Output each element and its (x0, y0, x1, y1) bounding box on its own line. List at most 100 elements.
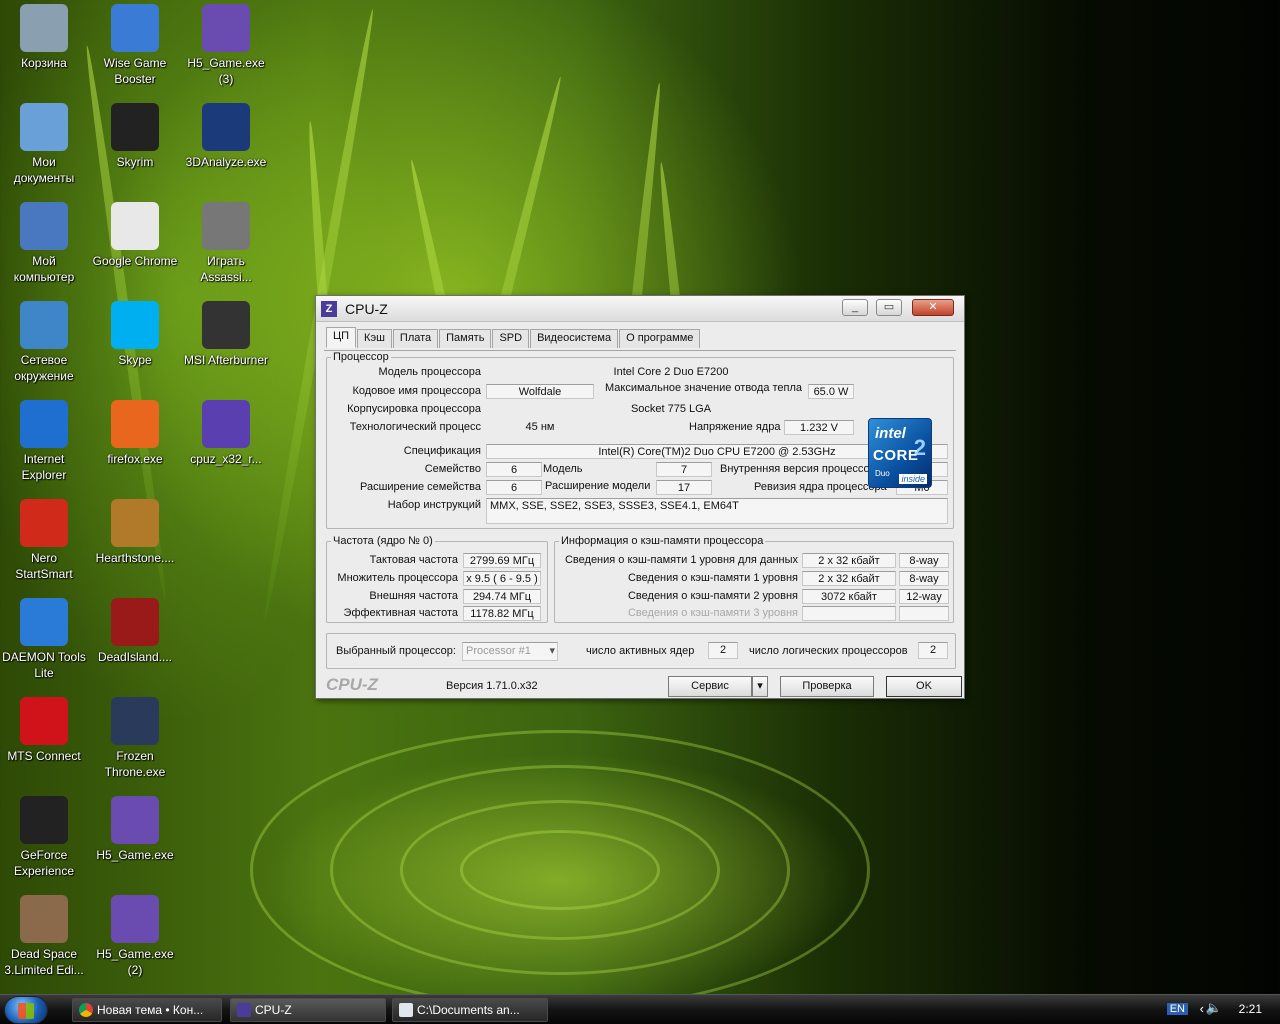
title-bar[interactable]: Z CPU-Z _ ▭ ✕ (316, 296, 964, 322)
model-number-label: Модель (543, 463, 583, 475)
l1i-way: 8-way (899, 571, 949, 586)
desktop-icon[interactable]: Wise Game Booster (92, 4, 178, 87)
minimize-button[interactable]: _ (842, 299, 868, 316)
tools-button[interactable]: Сервис (668, 676, 752, 697)
desktop-icon[interactable]: GeForce Experience (1, 796, 87, 879)
game-icon (111, 796, 159, 844)
volume-icon[interactable]: 🔈 (1206, 1000, 1222, 1016)
tdp-label: Максимальное значение отвода тепла (605, 382, 803, 394)
tools-dropdown-button[interactable]: ▾ (752, 676, 768, 697)
technology-label: Технологический процесс (349, 421, 481, 433)
l2-way: 12-way (899, 589, 949, 604)
tab-mainboard[interactable]: Плата (392, 329, 439, 348)
ie-icon (20, 400, 68, 448)
technology-value: 45 нм (525, 421, 555, 433)
l1i-label: Сведения о кэш-памяти 1 уровня (627, 572, 798, 584)
desktop-icon[interactable]: H5_Game.exe (92, 796, 178, 863)
desktop-icon[interactable]: DeadIsland.... (92, 598, 178, 665)
l2-value: 3072 кбайт (802, 589, 896, 604)
desktop-icon[interactable]: firefox.exe (92, 400, 178, 467)
desktop-icon-label: GeForce Experience (13, 848, 75, 878)
skyrim-icon (111, 103, 159, 151)
instructions-label: Набор инструкций (387, 499, 481, 511)
taskbar-item-explorer[interactable]: C:\Documents an... (392, 998, 548, 1022)
close-button[interactable]: ✕ (912, 299, 954, 316)
desktop-icon[interactable]: Корзина (1, 4, 87, 71)
desktop-icon[interactable]: Играть Assassi... (183, 202, 269, 285)
l1d-label: Сведения о кэш-памяти 1 уровня для данны… (564, 554, 798, 566)
validate-button[interactable]: Проверка (780, 676, 874, 697)
tab-spd[interactable]: SPD (492, 329, 530, 348)
taskbar-item-cpuz[interactable]: CPU-Z (230, 998, 386, 1022)
codename-value: Wolfdale (486, 384, 594, 399)
intel-line: CORE (873, 447, 919, 464)
desktop-icon[interactable]: Skyrim (92, 103, 178, 170)
desktop-icon[interactable]: Skype (92, 301, 178, 368)
processor-select[interactable]: Processor #1 ▾ (462, 642, 558, 661)
selection-label: Выбранный процессор: (336, 645, 456, 657)
deadspace-icon (20, 895, 68, 943)
desktop-icon[interactable]: Мой компьютер (1, 202, 87, 285)
desktop-icon-label: DeadIsland.... (97, 650, 173, 664)
desktop-icon-label: 3DAnalyze.exe (185, 155, 267, 169)
processor-legend: Процессор (333, 351, 389, 363)
desktop-icon[interactable]: Google Chrome (92, 202, 178, 269)
desktop-icon-label: Корзина (21, 56, 67, 70)
desktop-icon[interactable]: Dead Space 3.Limited Edi... (1, 895, 87, 978)
cpuz-logo-icon: Z (321, 300, 337, 317)
chevron-down-icon: ▾ (549, 645, 555, 657)
desktop-icon[interactable]: Frozen Throne.exe (92, 697, 178, 780)
desktop-icon-label: Играть Assassi... (200, 254, 252, 284)
tab-cpu[interactable]: ЦП (326, 327, 357, 348)
desktop-icon[interactable]: cpuz_x32_r... (183, 400, 269, 467)
desktop-icon[interactable]: MSI Afterburner (183, 301, 269, 368)
cpuz-icon (202, 400, 250, 448)
desktop-icon[interactable]: H5_Game.exe (2) (92, 895, 178, 978)
clock[interactable]: 2:21 (1239, 1002, 1262, 1016)
daemon-icon (20, 598, 68, 646)
desktop-icon[interactable]: H5_Game.exe (3) (183, 4, 269, 87)
model-value: Intel Core 2 Duo E7200 (613, 366, 729, 378)
skype-icon (111, 301, 159, 349)
bus-speed-label: Внешняя частота (369, 590, 458, 602)
chrome-icon (79, 1003, 93, 1017)
cpu-panel: Процессор Модель процессора Intel Core 2… (324, 350, 956, 640)
computer-icon (20, 202, 68, 250)
taskbar-item-label: C:\Documents an... (417, 1003, 520, 1017)
desktop-icon[interactable]: MTS Connect (1, 697, 87, 764)
threads-value: 2 (918, 642, 948, 659)
desktop-icon[interactable]: Internet Explorer (1, 400, 87, 483)
desktop-icon-label: Dead Space 3.Limited Edi... (4, 947, 84, 977)
clocks-legend: Частота (ядро № 0) (333, 535, 433, 547)
desktop-icon[interactable]: Сетевое окружение (1, 301, 87, 384)
multiplier-value: x 9.5 ( 6 - 9.5 ) (463, 571, 541, 586)
desktop-icon[interactable]: Hearthstone.... (92, 499, 178, 566)
cpuz-window: Z CPU-Z _ ▭ ✕ ЦП Кэш Плата Память SPD Ви… (315, 295, 965, 699)
taskbar: Новая тема • Кон... CPU-Z C:\Documents a… (0, 994, 1280, 1024)
desktop-icon[interactable]: Мои документы (1, 103, 87, 186)
language-indicator[interactable]: EN (1166, 1003, 1188, 1015)
cpuz-brand: CPU-Z (326, 675, 378, 694)
tab-graphics[interactable]: Видеосистема (530, 329, 619, 348)
tab-about[interactable]: О программе (619, 329, 701, 348)
cores-label: число активных ядер (586, 645, 695, 657)
maximize-button[interactable]: ▭ (876, 299, 902, 316)
desktop-icon[interactable]: DAEMON Tools Lite (1, 598, 87, 681)
specification-label: Спецификация (403, 445, 481, 457)
taskbar-item-chrome[interactable]: Новая тема • Кон... (72, 998, 222, 1022)
documents-icon (20, 103, 68, 151)
desktop-icon[interactable]: 3DAnalyze.exe (183, 103, 269, 170)
ext-model-value: 17 (656, 480, 712, 495)
ok-button[interactable]: OK (886, 676, 962, 697)
rocket-icon (111, 4, 159, 52)
desktop-icon-label: Мои документы (13, 155, 75, 185)
windows-logo-icon (18, 1003, 34, 1019)
tab-memory[interactable]: Память (439, 329, 492, 348)
stepping-label: Внутренняя версия процессора (720, 463, 882, 475)
tab-cache[interactable]: Кэш (357, 329, 392, 348)
desktop-icon[interactable]: Nero StartSmart (1, 499, 87, 582)
start-button[interactable] (4, 996, 48, 1024)
show-hidden-icons-chevron-icon[interactable]: ‹ (1200, 1001, 1204, 1016)
desktop-icon-label: cpuz_x32_r... (190, 452, 262, 466)
desktop-icon-label: Wise Game Booster (103, 56, 167, 86)
